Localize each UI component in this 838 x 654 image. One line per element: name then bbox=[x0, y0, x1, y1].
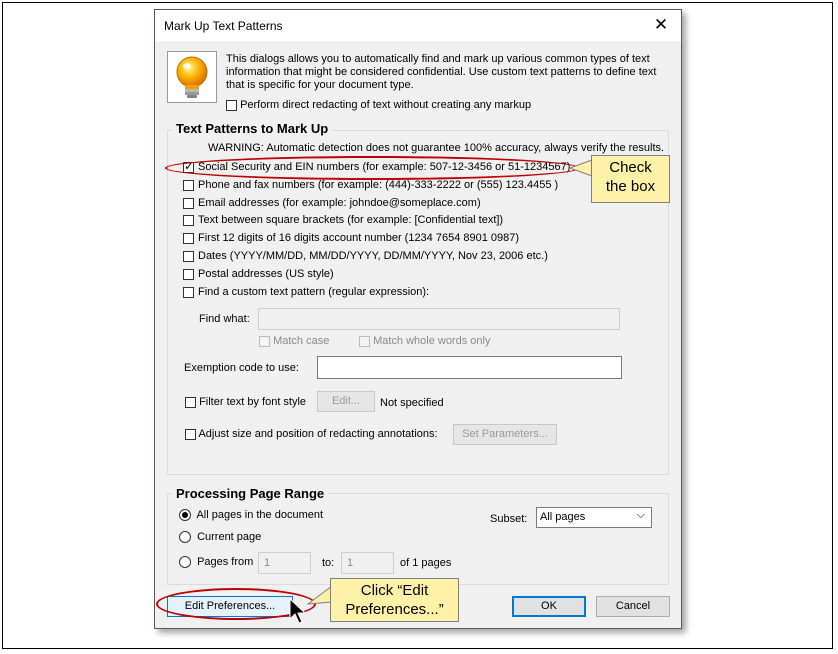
match-case-label: Match case bbox=[273, 335, 330, 347]
adjust-annotations-label: Adjust size and position of redacting an… bbox=[198, 428, 438, 440]
direct-redact-label: Perform direct redacting of text without… bbox=[240, 99, 532, 111]
callout-line: Preferences...” bbox=[345, 601, 444, 618]
pattern-label: Social Security and EIN numbers (for exa… bbox=[198, 161, 571, 173]
dialog-title: Mark Up Text Patterns bbox=[164, 19, 283, 33]
pattern-postal[interactable]: Postal addresses (US style) bbox=[183, 268, 334, 280]
lightbulb-icon bbox=[167, 51, 217, 103]
subset-value: All pages bbox=[540, 511, 586, 523]
filter-font-checkbox[interactable] bbox=[185, 396, 196, 408]
pattern-label: Email addresses (for example: johndoe@so… bbox=[198, 197, 481, 209]
intro-text: This dialogs allows you to automatically… bbox=[226, 53, 657, 91]
pattern-dates[interactable]: Dates (YYYY/MM/DD, MM/DD/YYYY, DD/MM/YYY… bbox=[183, 250, 548, 262]
pattern-label: Find a custom text pattern (regular expr… bbox=[198, 286, 430, 298]
pattern-phone-fax[interactable]: Phone and fax numbers (for example: (444… bbox=[183, 179, 558, 191]
pattern-checkbox[interactable] bbox=[183, 286, 194, 298]
edit-preferences-button[interactable]: Edit Preferences... bbox=[167, 596, 293, 617]
pattern-checkbox[interactable] bbox=[183, 232, 194, 244]
pattern-checkbox[interactable] bbox=[183, 197, 194, 209]
close-icon[interactable]: ✕ bbox=[651, 15, 671, 35]
callout-line: Check bbox=[609, 159, 652, 176]
direct-redact-option[interactable]: Perform direct redacting of text without… bbox=[226, 99, 531, 111]
pattern-label: First 12 digits of 16 digits account num… bbox=[198, 232, 520, 244]
edit-preferences-callout: Click “Edit Preferences...” bbox=[330, 578, 459, 622]
all-pages-radio[interactable] bbox=[179, 509, 191, 522]
pattern-custom-regex[interactable]: Find a custom text pattern (regular expr… bbox=[183, 286, 429, 298]
cancel-button[interactable]: Cancel bbox=[596, 596, 670, 617]
subset-select[interactable]: All pages ⌵ bbox=[536, 507, 652, 528]
pages-from-label: Pages from bbox=[197, 556, 254, 568]
check-box-callout: Check the box bbox=[591, 155, 670, 203]
mark-up-text-patterns-dialog: Mark Up Text Patterns ✕ This dialogs all… bbox=[154, 9, 682, 629]
match-case-option[interactable]: Match case bbox=[259, 335, 329, 347]
pattern-label: Postal addresses (US style) bbox=[198, 268, 334, 280]
pages-from-radio[interactable] bbox=[179, 556, 191, 569]
pattern-checkbox[interactable] bbox=[183, 214, 194, 226]
callout-line: the box bbox=[605, 178, 656, 195]
match-whole-label: Match whole words only bbox=[373, 335, 491, 347]
ok-button[interactable]: OK bbox=[512, 596, 586, 617]
pattern-checkbox[interactable] bbox=[183, 268, 194, 280]
match-case-checkbox[interactable] bbox=[259, 335, 270, 347]
pattern-label: Text between square brackets (for exampl… bbox=[198, 214, 504, 226]
exemption-code-input[interactable] bbox=[317, 356, 622, 379]
pattern-checkbox[interactable] bbox=[183, 179, 194, 191]
pattern-label: Phone and fax numbers (for example: (444… bbox=[198, 179, 559, 191]
find-what-input[interactable] bbox=[258, 308, 620, 330]
filter-font-option[interactable]: Filter text by font style bbox=[185, 396, 306, 408]
checkmark-icon: ✓ bbox=[184, 158, 195, 173]
page-range-title: Processing Page Range bbox=[172, 486, 329, 501]
filter-edit-button[interactable]: Edit... bbox=[317, 391, 375, 412]
all-pages-label: All pages in the document bbox=[196, 509, 324, 521]
mouse-pointer-icon bbox=[289, 598, 307, 624]
match-whole-checkbox[interactable] bbox=[359, 335, 370, 347]
find-what-label: Find what: bbox=[199, 313, 250, 325]
of-pages-text: of 1 pages bbox=[400, 557, 452, 569]
pattern-label: Dates (YYYY/MM/DD, MM/DD/YYYY, DD/MM/YYY… bbox=[198, 250, 548, 262]
match-whole-option[interactable]: Match whole words only bbox=[359, 335, 490, 347]
all-pages-option[interactable]: All pages in the document bbox=[179, 509, 324, 522]
pattern-checkbox[interactable]: ✓ bbox=[183, 158, 195, 173]
current-page-label: Current page bbox=[197, 531, 262, 543]
subset-label: Subset: bbox=[490, 513, 528, 525]
text-patterns-title: Text Patterns to Mark Up bbox=[172, 121, 333, 136]
pages-from-option[interactable]: Pages from bbox=[179, 556, 254, 569]
chevron-down-icon: ⌵ bbox=[636, 509, 645, 521]
current-page-radio[interactable] bbox=[179, 531, 191, 544]
pattern-account-number[interactable]: First 12 digits of 16 digits account num… bbox=[183, 232, 519, 244]
warning-text: WARNING: Automatic detection does not gu… bbox=[208, 142, 665, 154]
adjust-annotations-checkbox[interactable] bbox=[185, 428, 196, 440]
exemption-label: Exemption code to use: bbox=[184, 362, 299, 374]
pages-to-label: to: bbox=[322, 557, 335, 569]
pages-from-input[interactable]: 1 bbox=[258, 552, 311, 574]
title-bar: Mark Up Text Patterns ✕ bbox=[155, 10, 681, 41]
set-parameters-button[interactable]: Set Parameters... bbox=[453, 424, 557, 445]
pattern-square-brackets[interactable]: Text between square brackets (for exampl… bbox=[183, 214, 503, 226]
pattern-checkbox[interactable] bbox=[183, 250, 194, 262]
current-page-option[interactable]: Current page bbox=[179, 531, 262, 544]
pattern-email[interactable]: Email addresses (for example: johndoe@so… bbox=[183, 197, 481, 209]
direct-redact-checkbox[interactable] bbox=[226, 99, 237, 111]
callout-line: Click “Edit bbox=[360, 582, 429, 599]
pages-to-input[interactable]: 1 bbox=[341, 552, 394, 574]
pattern-ssn-ein[interactable]: ✓ Social Security and EIN numbers (for ex… bbox=[183, 158, 571, 173]
filter-status-text: Not specified bbox=[380, 397, 444, 409]
filter-font-label: Filter text by font style bbox=[199, 396, 307, 408]
adjust-annotations-option[interactable]: Adjust size and position of redacting an… bbox=[185, 428, 438, 440]
